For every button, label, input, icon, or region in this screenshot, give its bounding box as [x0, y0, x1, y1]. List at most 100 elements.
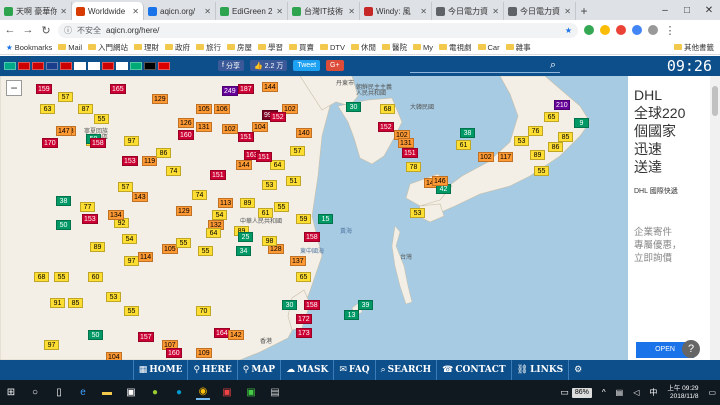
- aqi-marker[interactable]: 172: [296, 314, 312, 324]
- page-scrollbar[interactable]: [710, 76, 720, 360]
- bookmark-folder[interactable]: 電視劇: [439, 42, 472, 53]
- aqi-marker[interactable]: 53: [106, 292, 121, 302]
- aqi-marker[interactable]: 143: [132, 192, 148, 202]
- reload-icon[interactable]: ↻: [40, 24, 52, 37]
- aqi-marker[interactable]: 38: [460, 128, 475, 138]
- aqi-marker[interactable]: 102: [478, 152, 494, 162]
- aqi-marker[interactable]: 87: [78, 104, 93, 114]
- extension-icon[interactable]: [632, 25, 642, 35]
- aqi-marker[interactable]: 97: [44, 340, 59, 350]
- aqi-marker[interactable]: 144: [262, 82, 278, 92]
- aqi-marker[interactable]: 140: [296, 128, 312, 138]
- language-flag-icon[interactable]: [158, 62, 170, 70]
- aqi-marker[interactable]: 142: [228, 330, 244, 340]
- aqi-marker[interactable]: 151: [402, 148, 418, 158]
- folder-icon[interactable]: ▬: [100, 386, 114, 400]
- aqi-marker[interactable]: 64: [270, 160, 285, 170]
- nav-map[interactable]: ⚲ MAP: [236, 360, 280, 380]
- aqi-marker[interactable]: 74: [192, 190, 207, 200]
- aqi-marker[interactable]: 55: [198, 246, 213, 256]
- aqi-marker[interactable]: 61: [258, 208, 273, 218]
- aqi-map[interactable]: − 丹東市朝鮮民主主義人民共和國大韓民國寧夏回族自治區中華人民共和國台灣東中國海…: [0, 76, 628, 360]
- aqi-marker[interactable]: 129: [176, 206, 192, 216]
- close-window-icon[interactable]: ✕: [698, 5, 720, 16]
- nav-links[interactable]: ⛓ LINKS: [510, 360, 569, 380]
- aqi-marker[interactable]: 146: [432, 176, 448, 186]
- language-flag-icon[interactable]: [4, 62, 16, 70]
- aqi-marker[interactable]: 91: [50, 298, 65, 308]
- aqi-marker[interactable]: 151: [210, 170, 226, 180]
- extension-icon[interactable]: [616, 25, 626, 35]
- app-icon[interactable]: ●: [148, 386, 162, 400]
- aqi-marker[interactable]: 102: [222, 124, 238, 134]
- aqi-marker[interactable]: 59: [296, 214, 311, 224]
- bookmarks-apps[interactable]: ★ Bookmarks: [6, 43, 52, 52]
- store-icon[interactable]: ▣: [124, 386, 138, 400]
- close-tab-icon[interactable]: ✕: [492, 7, 499, 16]
- aqi-marker[interactable]: 61: [456, 140, 471, 150]
- aqi-marker[interactable]: 98: [262, 236, 277, 246]
- help-button[interactable]: ?: [682, 340, 700, 358]
- menu-icon[interactable]: ⋮: [664, 24, 676, 37]
- bookmark-folder[interactable]: 旅行: [196, 42, 221, 53]
- aqi-marker[interactable]: 165: [110, 84, 126, 94]
- aqi-marker[interactable]: 89: [530, 150, 545, 160]
- aqi-marker[interactable]: 152: [270, 112, 286, 122]
- search-icon[interactable]: ⌕: [550, 59, 556, 71]
- aqi-marker[interactable]: 104: [252, 122, 268, 132]
- aqi-marker[interactable]: 114: [138, 252, 154, 262]
- bookmark-folder[interactable]: 休閒: [351, 42, 376, 53]
- aqi-marker[interactable]: 53: [262, 180, 277, 190]
- nav-settings[interactable]: ⚙: [568, 360, 587, 380]
- back-icon[interactable]: ←: [4, 24, 16, 36]
- ad-panel[interactable]: DHL 全球220 個國家 迅速 送達 DHL 國際快遞 企業寄件 專屬優惠， …: [628, 76, 710, 360]
- aqi-marker[interactable]: 160: [166, 348, 182, 358]
- aqi-marker[interactable]: 249: [222, 86, 238, 96]
- aqi-marker[interactable]: 65: [544, 112, 559, 122]
- browser-tab[interactable]: EdiGreen 2 ✕: [216, 2, 288, 20]
- minimize-icon[interactable]: –: [654, 5, 676, 16]
- nav-home[interactable]: ▦ HOME: [132, 360, 188, 380]
- volume-icon[interactable]: ◁: [633, 388, 639, 397]
- language-flag-icon[interactable]: [60, 62, 72, 70]
- aqi-marker[interactable]: 57: [58, 92, 73, 102]
- aqi-marker[interactable]: 54: [122, 234, 137, 244]
- aqi-marker[interactable]: 126: [178, 118, 194, 128]
- aqi-marker[interactable]: 55: [176, 238, 191, 248]
- bookmark-folder[interactable]: DTV: [320, 43, 345, 52]
- nav-search[interactable]: ⌕ SEARCH: [374, 360, 437, 380]
- address-bar[interactable]: ⓘ 不安全 aqicn.org/here/ ★: [58, 22, 578, 38]
- language-flag-icon[interactable]: [130, 62, 142, 70]
- aqi-marker[interactable]: 63: [40, 104, 55, 114]
- system-clock[interactable]: 上午 09:29 2018/11/8: [667, 385, 698, 401]
- language-flag-icon[interactable]: [32, 62, 44, 70]
- aqi-marker[interactable]: 77: [80, 202, 95, 212]
- extension-icon[interactable]: [600, 25, 610, 35]
- search-icon[interactable]: ○: [28, 386, 42, 400]
- windows-start-icon[interactable]: ⊞: [4, 386, 18, 400]
- aqi-marker[interactable]: 104: [106, 352, 122, 360]
- aqi-marker[interactable]: 60: [88, 272, 103, 282]
- gplus-button[interactable]: G+: [326, 60, 344, 71]
- language-flag-icon[interactable]: [18, 62, 30, 70]
- close-tab-icon[interactable]: ✕: [420, 7, 427, 16]
- aqi-marker[interactable]: 70: [196, 306, 211, 316]
- aqi-marker[interactable]: 117: [498, 152, 514, 162]
- aqi-marker[interactable]: 106: [214, 104, 230, 114]
- aqi-marker[interactable]: 34: [236, 246, 251, 256]
- aqi-marker[interactable]: 131: [196, 122, 212, 132]
- close-tab-icon[interactable]: ✕: [564, 7, 571, 16]
- nav-faq[interactable]: ✉ FAQ: [333, 360, 374, 380]
- language-flag-icon[interactable]: [46, 62, 58, 70]
- tweet-button[interactable]: Tweet: [293, 60, 321, 71]
- aqi-marker[interactable]: 30: [346, 102, 361, 112]
- aqi-marker[interactable]: 55: [94, 114, 109, 124]
- bookmark-folder[interactable]: 買賣: [289, 42, 314, 53]
- aqi-marker[interactable]: 50: [56, 220, 71, 230]
- aqi-marker[interactable]: 55: [124, 306, 139, 316]
- aqi-marker[interactable]: 97: [124, 256, 139, 266]
- aqi-marker[interactable]: 54: [212, 210, 227, 220]
- language-flag-icon[interactable]: [144, 62, 156, 70]
- zoom-out-button[interactable]: −: [6, 80, 22, 96]
- bookmark-folder[interactable]: 入門網站: [88, 42, 128, 53]
